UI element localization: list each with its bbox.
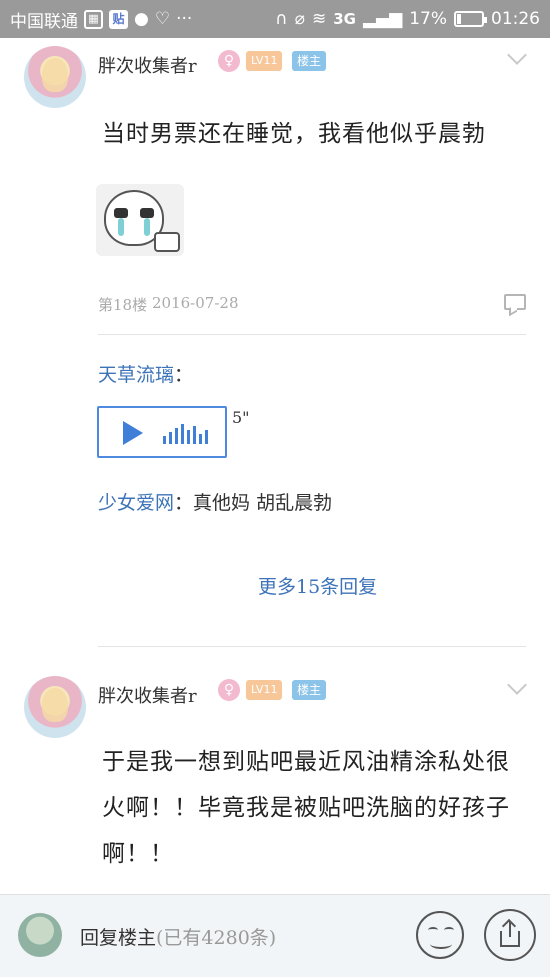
reply-separator: ： — [174, 364, 194, 386]
tieba-icon: 贴 — [109, 9, 128, 29]
divider — [98, 334, 526, 335]
sticker-tear — [144, 218, 150, 236]
floor-label: 第18楼 — [98, 296, 148, 314]
chevron-down-icon[interactable] — [507, 675, 527, 695]
waveform-icon — [163, 424, 208, 444]
wifi-icon: ≋ — [311, 9, 327, 29]
post-content-line: 啊！！ — [102, 841, 174, 867]
shield-icon: ♡ — [154, 9, 171, 29]
female-icon: ♀ — [218, 50, 240, 72]
reply-author[interactable]: 少女爱网 — [98, 492, 174, 514]
crying-sticker-image[interactable] — [96, 184, 184, 256]
play-icon — [123, 421, 143, 445]
carrier-label: 中国联通 — [10, 11, 78, 32]
reply-separator: ： — [174, 492, 194, 514]
headphones-icon: ∩ — [275, 9, 288, 29]
username[interactable]: 胖次收集者r — [98, 52, 197, 78]
level-badge: LV11 — [246, 680, 283, 700]
host-badge: 楼主 — [292, 51, 327, 71]
mute-icon: ⌀ — [294, 9, 305, 29]
emoji-icon[interactable] — [416, 911, 464, 959]
post-divider — [98, 646, 526, 647]
battery-icon — [454, 11, 487, 27]
network-type: 3G — [333, 10, 356, 28]
emoji-eye — [444, 927, 454, 933]
emoji-eye — [428, 927, 438, 933]
post-content: 当时男票还在睡觉，我看他似乎晨勃 — [102, 121, 486, 147]
battery-fill — [457, 14, 461, 24]
avatar[interactable] — [24, 46, 86, 108]
status-bar: 中国联通 ▦ 贴 ● ♡ ··· ∩ ⌀ ≋ 3G ▂▄▆ 17% 01:26 — [0, 0, 550, 38]
coin-icon: ● — [134, 9, 149, 29]
share-arrow — [509, 921, 511, 937]
username[interactable]: 胖次收集者r — [98, 682, 197, 708]
bottom-reply-bar: 回复楼主(已有4280条) — [0, 894, 550, 977]
level-badge: LV11 — [246, 51, 283, 71]
reply-2[interactable]: 少女爱网：真他妈 胡乱晨勃 — [98, 488, 332, 515]
battery-percent: 17% — [409, 9, 447, 29]
user-avatar[interactable] — [18, 913, 62, 957]
sticker-hand — [154, 232, 180, 252]
gallery-icon: ▦ — [84, 9, 103, 29]
sticker-eye — [140, 208, 154, 218]
reply-1[interactable]: 天草流璃： — [98, 360, 193, 387]
clock: 01:26 — [491, 9, 540, 29]
voice-duration: 5" — [232, 408, 250, 427]
avatar[interactable] — [24, 676, 86, 738]
post-date: 2016-07-28 — [152, 294, 239, 312]
post-content-line: 火啊！！毕竟我是被贴吧洗脑的好孩子 — [102, 795, 510, 821]
sticker-tear — [118, 218, 124, 236]
reply-author[interactable]: 天草流璃 — [98, 364, 174, 386]
reply-placeholder: 回复楼主 — [80, 927, 157, 949]
post-content-line: 于是我一想到贴吧最近风油精涂私处很 — [102, 749, 510, 775]
share-icon[interactable] — [484, 909, 536, 961]
female-icon: ♀ — [218, 679, 240, 701]
more-dots-icon: ··· — [176, 9, 193, 29]
sticker-eye — [114, 208, 128, 218]
more-replies-link[interactable]: 更多15条回复 — [258, 572, 377, 599]
emoji-mouth — [430, 939, 452, 949]
chevron-down-icon[interactable] — [507, 45, 527, 65]
reply-text: 真他妈 胡乱晨勃 — [193, 492, 333, 514]
signal-icon: ▂▄▆ — [362, 9, 403, 29]
voice-message-button[interactable] — [97, 406, 227, 458]
reply-input[interactable]: 回复楼主(已有4280条) — [80, 923, 276, 950]
reply-count: (已有4280条) — [156, 927, 277, 949]
comment-icon[interactable] — [504, 294, 526, 310]
host-badge: 楼主 — [292, 680, 327, 700]
